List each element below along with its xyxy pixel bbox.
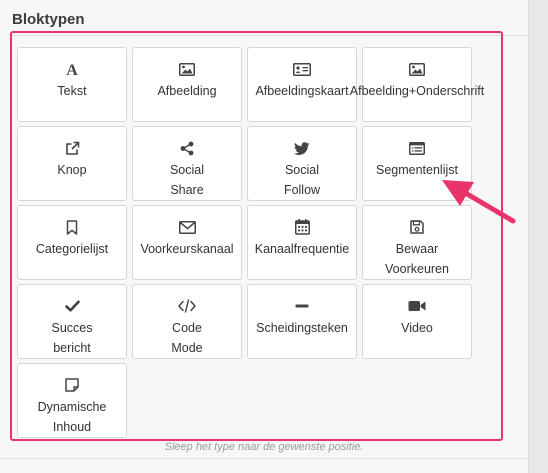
drag-hint: Sleep het type naar de gewenste positie. — [164, 441, 364, 453]
highlight-frame — [10, 31, 503, 441]
pointer-arrow-icon — [442, 180, 516, 224]
bottom-divider — [0, 458, 528, 459]
block-types-panel: Bloktypen A Tekst Afbeelding Afbeeldingskaa… — [0, 0, 528, 473]
scrollbar[interactable] — [528, 0, 548, 473]
panel-title: Bloktypen — [12, 11, 85, 28]
